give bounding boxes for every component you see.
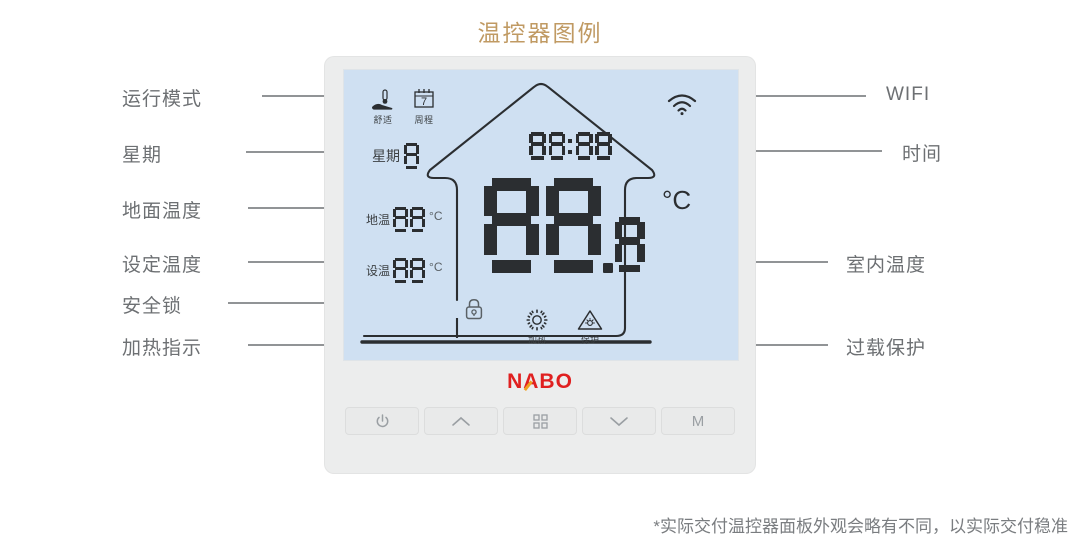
annotation-label-weekday: 星期: [122, 145, 163, 166]
grid-menu-icon: [532, 413, 548, 429]
status-icon-group: 加热 保护: [524, 308, 604, 346]
overload-protection-triangle-icon: [577, 310, 603, 330]
time-display: [529, 132, 613, 160]
room-temp-unit: °C: [662, 185, 692, 215]
wifi-indicator: [666, 92, 698, 121]
annotation-label-safety-lock: 安全锁: [122, 296, 183, 317]
annotation-label-room-temp: 室内温度: [846, 255, 927, 276]
annotation-label-time: 时间: [902, 144, 943, 165]
seven-segment-digit: [404, 143, 419, 169]
chevron-up-icon: [452, 416, 470, 426]
seven-segment-digit: [393, 207, 408, 232]
annotation-label-set-temp: 设定温度: [122, 255, 203, 276]
weekday-display: 星期: [372, 143, 419, 169]
button-row: M: [345, 407, 735, 435]
seven-segment-digit: [410, 258, 425, 283]
set-temp-unit: °C: [429, 260, 443, 274]
power-button[interactable]: [345, 407, 419, 435]
weekday-value: [404, 143, 419, 169]
set-temp-label: 设温: [366, 264, 391, 278]
seven-segment-digit: [529, 132, 546, 160]
floor-temp-unit: °C: [429, 209, 443, 223]
room-temp-integer: [484, 178, 601, 273]
seven-segment-digit: [614, 217, 645, 272]
seven-segment-digit: [595, 132, 613, 160]
up-button[interactable]: [424, 407, 498, 435]
brand-letter: N: [507, 370, 524, 393]
mode-icon-group: 舒适 7 周程: [370, 88, 436, 126]
down-button[interactable]: [582, 407, 656, 435]
calendar-week-icon: 7: [414, 89, 434, 108]
weekday-label: 星期: [372, 148, 400, 164]
safety-lock-indicator: [464, 298, 484, 325]
room-temp-decimal: [614, 217, 645, 272]
set-temp-value: [393, 258, 425, 283]
annotation-label-wifi: WIFI: [886, 84, 931, 105]
floor-temperature-display: 地温 °C: [366, 207, 442, 232]
comfort-thermometer-hand-icon: [372, 89, 393, 110]
calendar-number: 7: [421, 96, 427, 108]
chevron-down-icon: [610, 416, 628, 426]
heating-sun-icon: [526, 309, 548, 331]
set-temperature-display: 设温 °C: [366, 258, 442, 283]
thermostat-device: 舒适 7 周程 星期 地温 °C 设温 °C °C 加热 保护 NABO M: [325, 57, 755, 473]
overload-protection-indicator: 保护: [576, 308, 604, 346]
seven-segment-colon: [568, 132, 573, 160]
floor-temp-label: 地温: [366, 213, 391, 227]
lock-icon: [465, 299, 483, 320]
room-temperature-display: [484, 178, 645, 273]
annotation-label-heating: 加热指示: [122, 338, 203, 359]
annotation-label-floor-temp: 地面温度: [122, 201, 203, 222]
seven-segment-digit: [410, 207, 425, 232]
brand-logo: NABO: [325, 370, 755, 394]
menu-button[interactable]: [503, 407, 577, 435]
seven-segment-digit: [393, 258, 408, 283]
seven-segment-digit: [546, 178, 601, 273]
floor-temp-value: [393, 207, 425, 232]
comfort-mode-label: 舒适: [373, 115, 393, 125]
annotation-label-operating-mode: 运行模式: [122, 89, 203, 110]
brand-letter: O: [555, 370, 573, 393]
brand-letter-accent: A: [523, 370, 540, 393]
footer-note: *实际交付温控器面板外观会略有不同，以实际交付稳准: [653, 517, 1068, 536]
comfort-mode-item[interactable]: 舒适: [370, 89, 396, 126]
week-program-label: 周程: [414, 115, 434, 125]
overload-protection-label: 保护: [580, 335, 599, 345]
seven-segment-dot: [603, 178, 613, 273]
heating-label: 加热: [527, 335, 546, 345]
power-icon: [376, 413, 388, 427]
annotation-label-overload: 过载保护: [846, 338, 927, 359]
wifi-icon: [667, 94, 697, 116]
brand-letter: B: [539, 370, 556, 393]
lcd-screen: 舒适 7 周程 星期 地温 °C 设温 °C °C 加热 保护: [343, 69, 739, 361]
room-temp-decimal-point: [603, 178, 613, 273]
seven-segment-digit: [548, 132, 566, 160]
heating-indicator: 加热: [524, 308, 550, 346]
seven-segment-digit: [575, 132, 593, 160]
seven-segment-digit: [484, 178, 539, 273]
mode-button[interactable]: M: [661, 407, 735, 435]
mode-button-label: M: [691, 412, 705, 430]
week-program-item[interactable]: 7 周程: [412, 88, 436, 126]
